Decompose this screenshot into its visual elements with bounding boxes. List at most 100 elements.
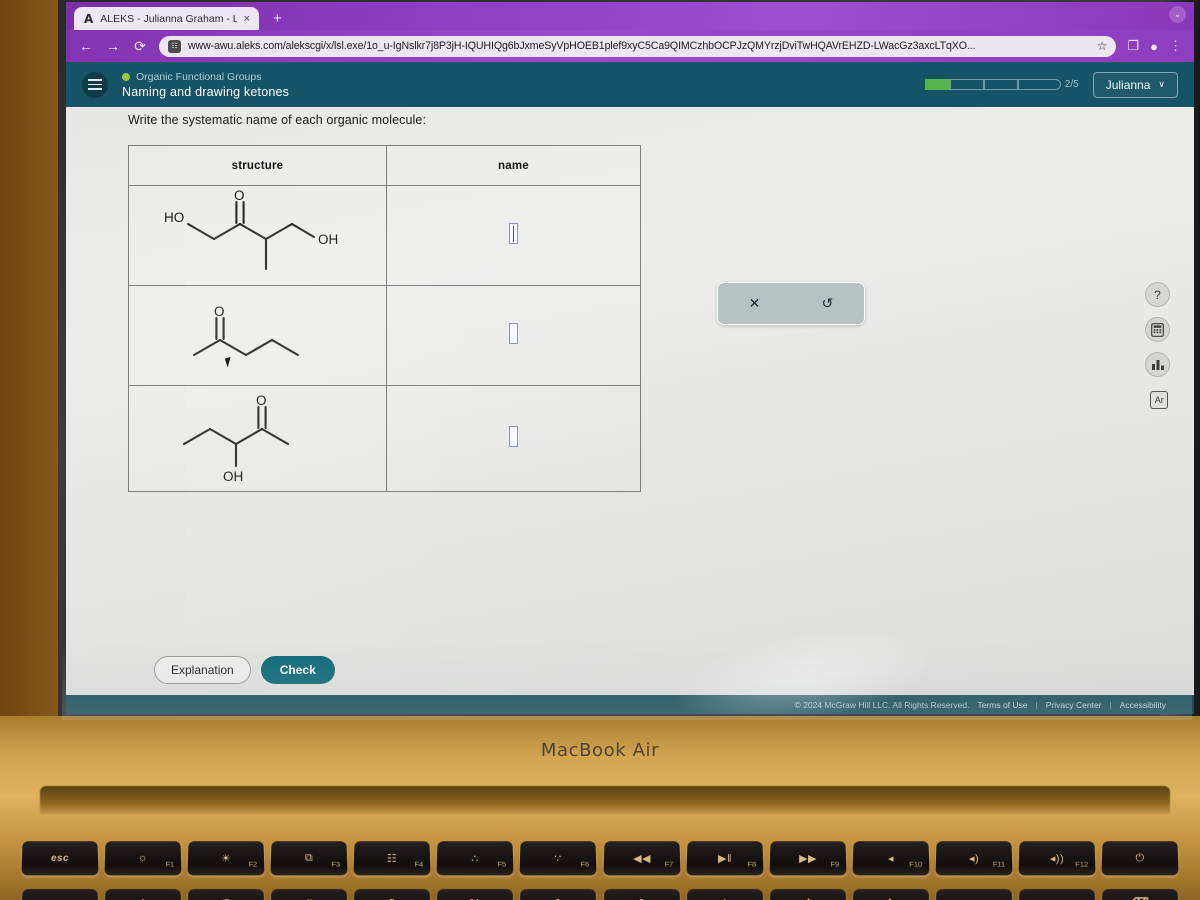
close-tab-icon[interactable]: × xyxy=(244,13,250,25)
progress-segment-filled xyxy=(924,79,951,90)
topic-name: Organic Functional Groups xyxy=(136,70,262,83)
browser-tab[interactable]: A ALEKS - Julianna Graham - Le × xyxy=(74,7,259,30)
site-info-icon[interactable]: ☷ xyxy=(168,39,181,53)
reload-button[interactable]: ⟳ xyxy=(132,38,148,55)
key-f4[interactable]: ☷ F4 xyxy=(353,841,431,876)
profile-avatar-icon[interactable]: ● xyxy=(1150,39,1158,54)
structure-cell-3: O OH xyxy=(128,385,387,492)
browser-omnibox-bar: ← → ⟳ ☷ www-awu.aleks.com/alekscgi/x/lsl… xyxy=(66,30,1194,62)
key-f9[interactable]: ▶▶ F9 xyxy=(769,841,847,876)
key-fn-label: F12 xyxy=(1075,859,1089,869)
name-input-3[interactable] xyxy=(508,425,518,447)
key-num-11[interactable]: — xyxy=(935,888,1013,900)
key-power[interactable]: ⏻ xyxy=(1101,841,1179,876)
key-num-4[interactable]: $ xyxy=(353,888,431,900)
key-num-8[interactable]: * xyxy=(686,888,764,900)
clear-answer-icon[interactable]: ✕ xyxy=(749,295,761,312)
key-esc[interactable]: esc xyxy=(21,841,99,876)
key-f5[interactable]: ∴ F5 xyxy=(436,841,515,876)
key-fn-label: F4 xyxy=(414,859,424,869)
key-f8[interactable]: ▶‖ F8 xyxy=(686,841,764,876)
answer-mini-toolbar: ✕ ↺ xyxy=(717,282,865,325)
key-glyph: & xyxy=(637,896,647,900)
action-buttons: Explanation Check xyxy=(154,656,335,684)
key-glyph: $ xyxy=(388,896,396,900)
key-glyph: ☼ xyxy=(137,852,149,864)
undo-icon[interactable]: ↺ xyxy=(822,295,834,312)
key-fn-label: F7 xyxy=(663,859,673,869)
question-work-area: Write the systematic name of each organi… xyxy=(128,113,1128,633)
name-cell-1[interactable] xyxy=(385,185,642,286)
key-glyph: ! xyxy=(141,896,146,900)
key-f2[interactable]: ☀ F2 xyxy=(187,841,265,876)
question-table: structure name HO O OH O O OH xyxy=(128,145,642,492)
chart-icon[interactable] xyxy=(1145,352,1170,377)
key-glyph: ☷ xyxy=(387,852,398,865)
key-num-12[interactable]: + xyxy=(1018,888,1096,900)
explanation-button[interactable]: Explanation xyxy=(154,656,251,684)
periodic-table-glyph: Ar xyxy=(1154,394,1164,405)
key-fn-label: F3 xyxy=(331,859,341,869)
key-num-2[interactable]: @ xyxy=(187,888,265,900)
key-glyph: ◂)) xyxy=(1049,852,1065,865)
user-menu-button[interactable]: Julianna ∨ xyxy=(1092,71,1178,98)
extensions-icon[interactable]: ❐ xyxy=(1127,38,1139,54)
key-f6[interactable]: ∵ F6 xyxy=(519,841,598,876)
address-bar[interactable]: ☷ www-awu.aleks.com/alekscgi/x/lsl.exe/1… xyxy=(159,35,1117,57)
question-prompt: Write the systematic name of each organi… xyxy=(128,113,427,127)
forward-button[interactable]: → xyxy=(105,38,121,54)
calculator-icon[interactable] xyxy=(1145,317,1170,342)
key-fn-label: F10 xyxy=(908,859,923,869)
key-glyph: ▶▶ xyxy=(798,852,817,865)
terms-of-use-link[interactable]: Terms of Use xyxy=(977,700,1027,710)
key-num-5[interactable]: % xyxy=(436,888,514,900)
key-f12[interactable]: ◂)) F12 xyxy=(1018,841,1096,876)
browser-menu-icon[interactable]: ⋮ xyxy=(1169,38,1182,54)
progress-segment xyxy=(948,79,985,90)
privacy-center-link[interactable]: Privacy Center xyxy=(1046,700,1102,710)
name-cell-2[interactable] xyxy=(385,285,642,386)
name-input-2[interactable] xyxy=(508,322,518,344)
key-num-0[interactable]: ~ xyxy=(21,888,99,900)
chevron-down-icon[interactable]: ⌄ xyxy=(1169,6,1186,23)
bookmark-star-icon[interactable]: ☆ xyxy=(1097,39,1108,53)
key-num-6[interactable]: ^ xyxy=(520,888,597,900)
molecule-structure-2: O xyxy=(193,304,300,357)
key-num-3[interactable]: # xyxy=(270,888,348,900)
check-button[interactable]: Check xyxy=(260,656,335,684)
structure-cell-2: O xyxy=(128,285,387,386)
key-f7[interactable]: ◀◀ F7 xyxy=(603,841,681,876)
key-f10[interactable]: ◂ F10 xyxy=(852,841,930,876)
periodic-table-icon[interactable]: Ar xyxy=(1150,390,1169,409)
molecule-structure-3: O OH xyxy=(183,393,290,484)
progress-count-label: 2/5 xyxy=(1064,79,1079,90)
key-num-10[interactable]: ) xyxy=(852,888,930,900)
key-f3[interactable]: ⧉ F3 xyxy=(270,841,348,876)
key-f11[interactable]: ◂) F11 xyxy=(935,841,1013,876)
accessibility-link[interactable]: Accessibility xyxy=(1120,700,1166,710)
name-cell-3[interactable] xyxy=(385,385,642,492)
table-row: O OH xyxy=(128,385,642,492)
key-glyph: ⌫ xyxy=(1131,895,1150,900)
key-f1[interactable]: ☼ F1 xyxy=(104,841,182,876)
name-input-1[interactable] xyxy=(508,222,518,244)
key-num-13[interactable]: ⌫ xyxy=(1101,888,1179,900)
progress-segment xyxy=(982,79,1019,90)
back-button[interactable]: ← xyxy=(78,38,94,54)
key-num-1[interactable]: ! xyxy=(104,888,182,900)
hamburger-menu-icon[interactable] xyxy=(82,71,108,98)
key-glyph: ◀◀ xyxy=(632,852,651,865)
page-title: Naming and drawing ketones xyxy=(122,84,290,99)
key-fn-label: F11 xyxy=(992,859,1006,869)
key-num-7[interactable]: & xyxy=(603,888,681,900)
key-glyph: @ xyxy=(220,896,233,900)
help-icon[interactable]: ? xyxy=(1145,282,1170,307)
key-num-9[interactable]: ( xyxy=(769,888,847,900)
key-glyph: ∵ xyxy=(554,852,563,865)
table-row: HO O OH xyxy=(128,185,642,286)
new-tab-button[interactable]: + xyxy=(273,10,282,30)
key-glyph: ◂ xyxy=(887,852,894,865)
key-glyph: ▶‖ xyxy=(717,852,732,865)
atom-label-O: O xyxy=(214,304,225,319)
function-key-row: esc ☼ F1 ☀ F2 ⧉ F3 ☷ F4 ∴ F5 ∵ F6 ◀◀ F7 ▶‖ F8 ▶▶ F9 ◂ F10 ◂) F… xyxy=(0,840,1200,876)
